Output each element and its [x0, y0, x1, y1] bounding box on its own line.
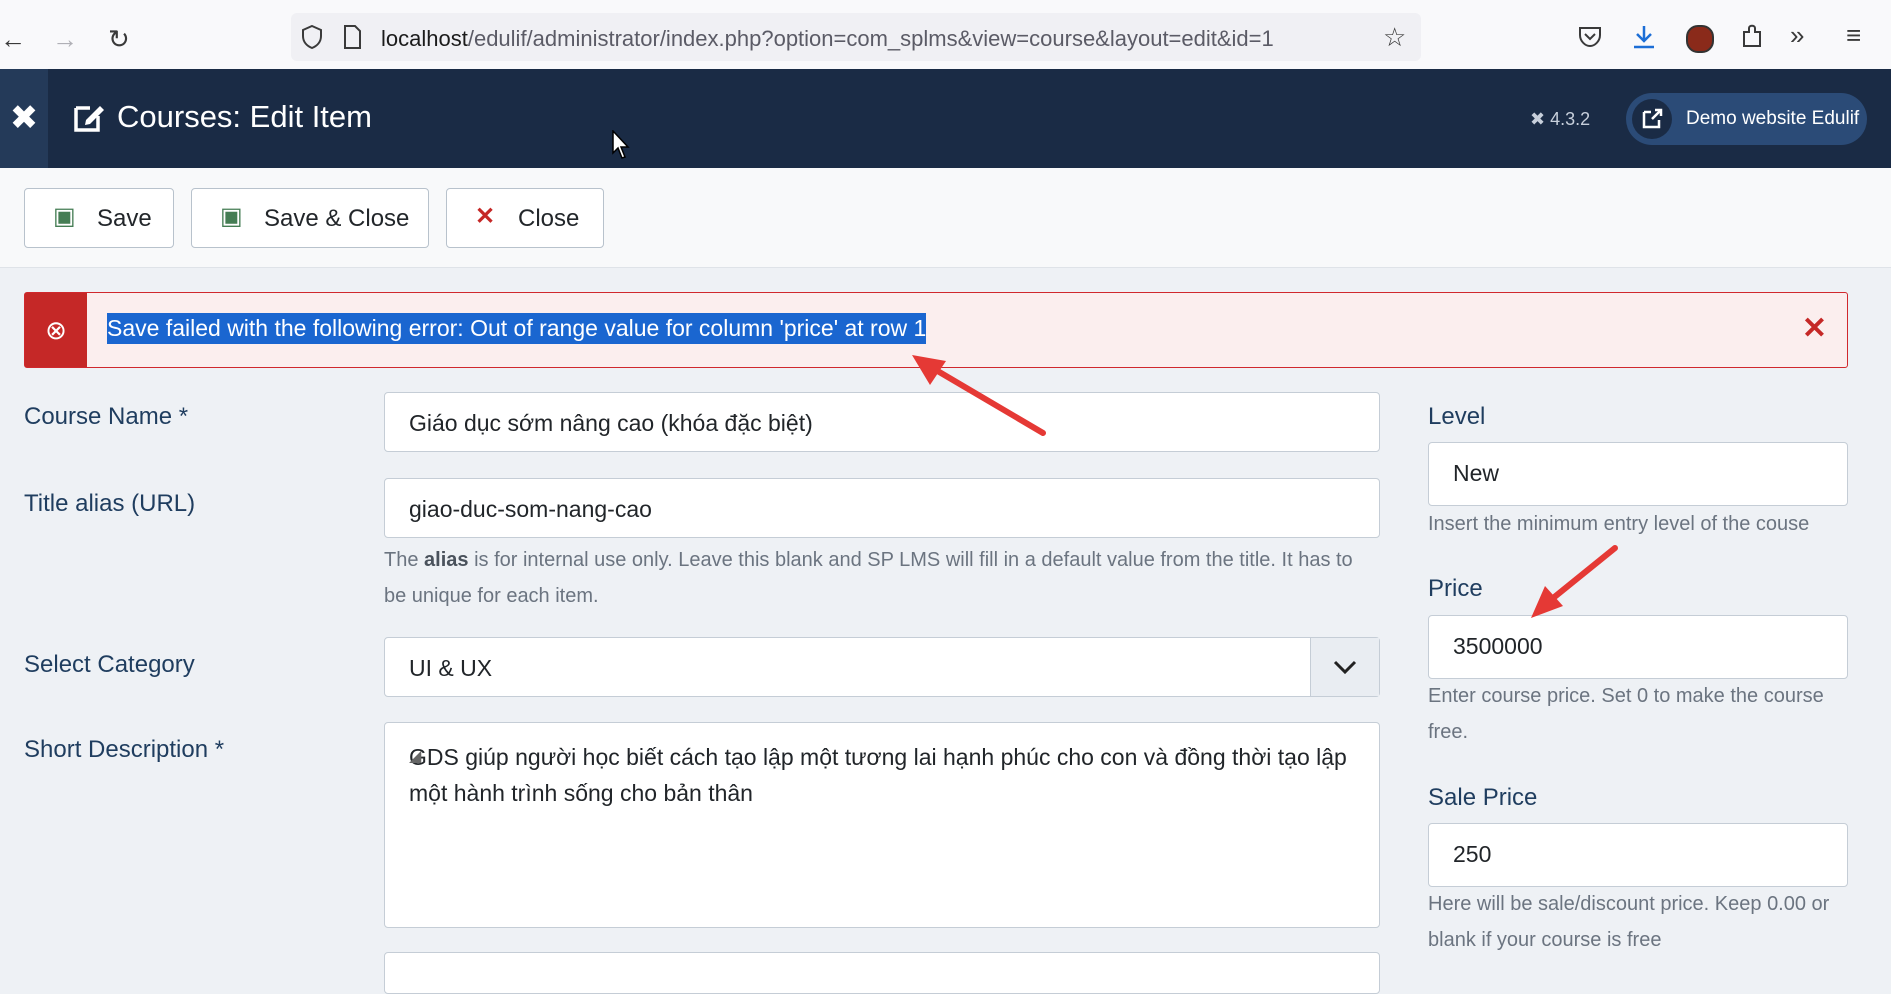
overflow-chevron-icon[interactable]: »	[1790, 22, 1804, 48]
browser-toolbar: ← → ↻ localhost/edulif/administrator/ind…	[0, 0, 1891, 70]
resize-handle-icon[interactable]: ◢	[409, 739, 1355, 923]
close-button[interactable]: ✕ Close	[446, 188, 604, 248]
page-title: Courses: Edit Item	[117, 99, 372, 134]
price-value: 3500000	[1453, 633, 1543, 659]
price-input[interactable]: 3500000	[1428, 615, 1848, 679]
sale-price-help: Here will be sale/discount price. Keep 0…	[1428, 893, 1830, 951]
level-value: New	[1453, 460, 1500, 486]
bookmark-star-icon[interactable]: ☆	[1383, 24, 1406, 50]
short-description-textarea[interactable]: GDS giúp người học biết cách tạo lập một…	[384, 722, 1380, 928]
level-help: Insert the minimum entry level of the co…	[1428, 513, 1810, 535]
address-bar[interactable]: localhost/edulif/administrator/index.php…	[291, 13, 1421, 61]
url-host: localhost	[381, 26, 468, 51]
external-link-icon	[1632, 99, 1672, 139]
category-label: Select Category	[24, 651, 195, 678]
save-icon: ▣	[53, 203, 76, 230]
alias-help: The alias is for internal use only. Leav…	[384, 542, 1380, 614]
joomla-logo-icon[interactable]: ✖	[0, 69, 48, 168]
alias-input[interactable]: giao-duc-som-nang-cao	[384, 478, 1380, 538]
view-site-button[interactable]: Demo website Edulif	[1626, 93, 1867, 145]
error-circle-icon: ⊗	[25, 293, 87, 367]
mouse-cursor-icon	[612, 130, 630, 159]
save-button[interactable]: ▣ Save	[24, 188, 174, 248]
version-badge: ✖ 4.3.2	[1530, 109, 1591, 129]
level-input[interactable]: New	[1428, 442, 1848, 506]
sale-price-label: Sale Price	[1428, 784, 1538, 811]
page-icon[interactable]	[343, 25, 361, 49]
sale-price-input[interactable]: 250	[1428, 823, 1848, 887]
price-help: Enter course price. Set 0 to make the co…	[1428, 685, 1824, 743]
error-alert: ⊗ Save failed with the following error: …	[24, 292, 1848, 368]
save-close-button[interactable]: ▣ Save & Close	[191, 188, 429, 248]
course-name-input[interactable]: Giáo dục sớm nâng cao (khóa đặc biệt)	[384, 392, 1380, 452]
view-site-label: Demo website Edulif	[1686, 108, 1860, 129]
version-text: 4.3.2	[1550, 109, 1591, 129]
shield-icon[interactable]	[301, 25, 323, 49]
save-close-label: Save & Close	[264, 205, 410, 232]
alias-help-prefix: The	[384, 549, 425, 571]
category-select[interactable]: UI & UX	[384, 637, 1380, 697]
action-toolbar: ▣ Save ▣ Save & Close ✕ Close	[0, 168, 1891, 268]
course-name-label: Course Name *	[24, 403, 189, 430]
save-icon: ▣	[220, 203, 243, 230]
sale-price-value: 250	[1453, 841, 1492, 867]
admin-header: ✖ Courses: Edit Item ✖ 4.3.2 Demo websit…	[0, 69, 1891, 168]
close-label: Close	[518, 205, 580, 232]
alias-help-suffix: is for internal use only. Leave this bla…	[384, 549, 1353, 607]
alias-value: giao-duc-som-nang-cao	[409, 496, 652, 522]
category-value: UI & UX	[409, 655, 493, 681]
course-name-value: Giáo dục sớm nâng cao (khóa đặc biệt)	[409, 410, 813, 436]
profile-avatar-icon[interactable]	[1686, 25, 1714, 53]
close-x-icon: ✕	[475, 203, 496, 230]
short-description-label: Short Description *	[24, 736, 225, 763]
chevron-down-icon	[1310, 638, 1379, 696]
alert-close-icon[interactable]: ✕	[1802, 311, 1827, 346]
next-field-input[interactable]	[384, 952, 1380, 994]
alias-help-bold: alias	[424, 549, 469, 571]
save-label: Save	[97, 205, 152, 232]
error-message: Save failed with the following error: Ou…	[107, 313, 927, 344]
alias-label: Title alias (URL)	[24, 490, 196, 517]
url-text[interactable]: localhost/edulif/administrator/index.php…	[381, 26, 1274, 52]
edit-icon	[74, 106, 104, 132]
url-path: /edulif/administrator/index.php?option=c…	[467, 26, 1274, 51]
forward-arrow-icon[interactable]: →	[52, 26, 78, 52]
back-arrow-icon[interactable]: ←	[0, 26, 26, 52]
pocket-icon[interactable]	[1578, 26, 1602, 48]
level-label: Level	[1428, 403, 1486, 430]
download-icon[interactable]	[1632, 24, 1656, 50]
extensions-icon[interactable]	[1740, 24, 1764, 50]
reload-icon[interactable]: ↻	[108, 26, 130, 52]
menu-icon[interactable]: ≡	[1846, 22, 1861, 48]
price-label: Price	[1428, 575, 1483, 602]
